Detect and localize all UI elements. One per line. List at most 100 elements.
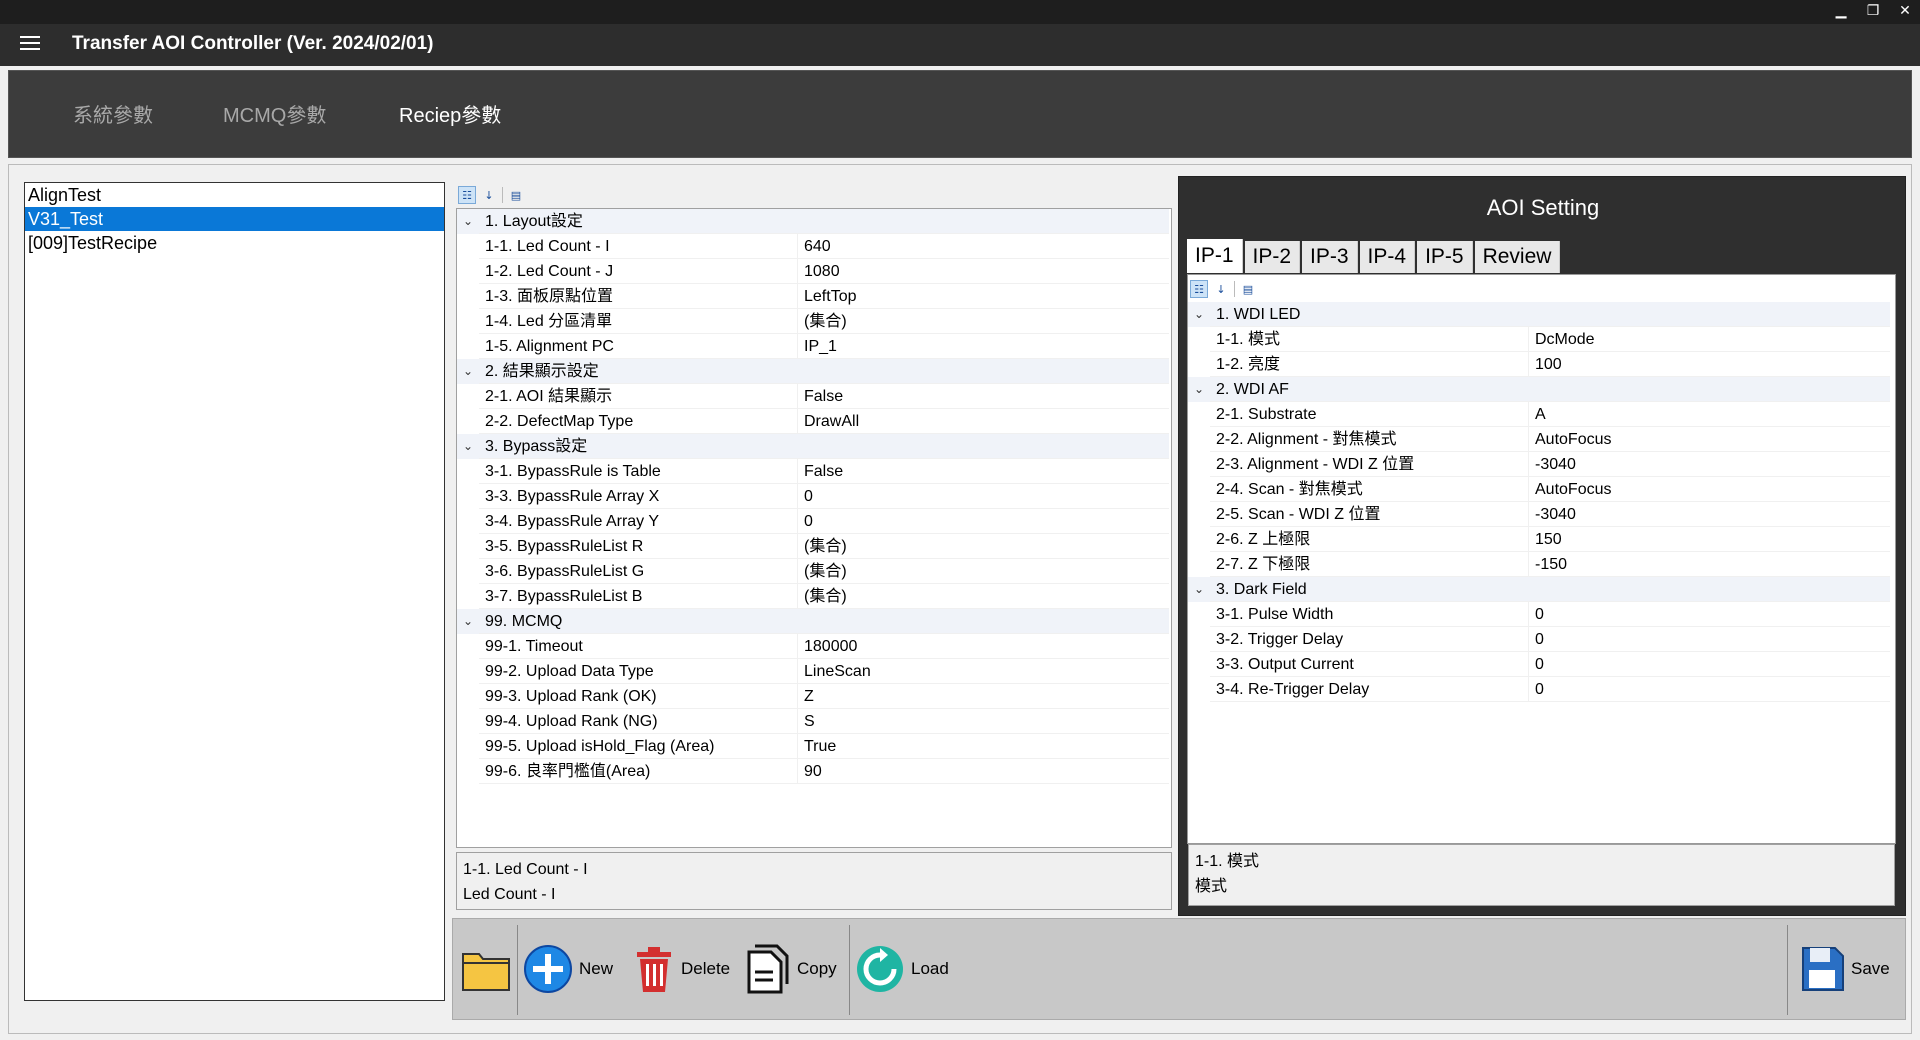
- tab-review[interactable]: Review: [1474, 241, 1561, 273]
- property-value[interactable]: (集合): [797, 309, 1169, 334]
- property-value[interactable]: AutoFocus: [1528, 477, 1890, 502]
- property-value[interactable]: (集合): [797, 559, 1169, 584]
- property-row[interactable]: 1-2. 亮度 100: [1188, 352, 1890, 377]
- category-row[interactable]: ⌄ 1. WDI LED: [1188, 302, 1890, 327]
- property-value[interactable]: 100: [1528, 352, 1890, 377]
- list-item[interactable]: AlignTest: [25, 183, 444, 207]
- property-row[interactable]: 2-5. Scan - WDI Z 位置 -3040: [1188, 502, 1890, 527]
- tab-recipe-params[interactable]: Reciep參數: [399, 99, 501, 128]
- property-value[interactable]: LeftTop: [797, 284, 1169, 309]
- property-value[interactable]: Z: [797, 684, 1169, 709]
- property-row[interactable]: 1-2. Led Count - J 1080: [457, 259, 1169, 284]
- property-value[interactable]: LineScan: [797, 659, 1169, 684]
- category-row[interactable]: ⌄ 3. Dark Field: [1188, 577, 1890, 602]
- property-row[interactable]: 2-2. DefectMap Type DrawAll: [457, 409, 1169, 434]
- categorized-view-icon[interactable]: ☷: [1190, 280, 1208, 298]
- property-value[interactable]: 0: [1528, 602, 1890, 627]
- property-row[interactable]: 99-6. 良率門檻值(Area) 90: [457, 759, 1169, 784]
- property-value[interactable]: (集合): [797, 534, 1169, 559]
- property-value[interactable]: True: [797, 734, 1169, 759]
- property-value[interactable]: -3040: [1528, 452, 1890, 477]
- property-value[interactable]: 150: [1528, 527, 1890, 552]
- load-button[interactable]: Load: [855, 939, 949, 999]
- property-row[interactable]: 3-6. BypassRuleList G (集合): [457, 559, 1169, 584]
- minimize-button[interactable]: ▁: [1832, 2, 1850, 20]
- property-value[interactable]: -3040: [1528, 502, 1890, 527]
- property-value[interactable]: DcMode: [1528, 327, 1890, 352]
- category-row[interactable]: ⌄ 99. MCMQ: [457, 609, 1169, 634]
- recipe-list[interactable]: AlignTest V31_Test [009]TestRecipe: [24, 182, 445, 1001]
- new-button[interactable]: New: [523, 939, 613, 999]
- property-row[interactable]: 3-7. BypassRuleList B (集合): [457, 584, 1169, 609]
- property-row[interactable]: 99-4. Upload Rank (NG) S: [457, 709, 1169, 734]
- category-row[interactable]: ⌄ 2. WDI AF: [1188, 377, 1890, 402]
- aoi-property-grid[interactable]: ⌄ 1. WDI LED 1-1. 模式 DcMode 1-2. 亮度 100 ⌄ 2. WD…: [1188, 302, 1895, 842]
- list-item[interactable]: [009]TestRecipe: [25, 231, 444, 255]
- list-item[interactable]: V31_Test: [25, 207, 444, 231]
- property-value[interactable]: 0: [1528, 652, 1890, 677]
- tab-ip-3[interactable]: IP-3: [1302, 241, 1358, 273]
- property-pages-icon[interactable]: ▤: [507, 186, 525, 204]
- property-row[interactable]: 3-1. BypassRule is Table False: [457, 459, 1169, 484]
- property-row[interactable]: 3-2. Trigger Delay 0: [1188, 627, 1890, 652]
- property-value[interactable]: 1080: [797, 259, 1169, 284]
- property-row[interactable]: 3-3. Output Current 0: [1188, 652, 1890, 677]
- chevron-down-icon[interactable]: ⌄: [1188, 302, 1210, 327]
- property-value[interactable]: False: [797, 459, 1169, 484]
- property-row[interactable]: 2-3. Alignment - WDI Z 位置 -3040: [1188, 452, 1890, 477]
- property-row[interactable]: 3-4. BypassRule Array Y0: [457, 509, 1169, 534]
- property-value[interactable]: 0: [1528, 677, 1890, 702]
- property-row[interactable]: 99-1. Timeout 180000: [457, 634, 1169, 659]
- chevron-down-icon[interactable]: ⌄: [457, 434, 479, 459]
- copy-button[interactable]: Copy: [745, 939, 837, 999]
- chevron-down-icon[interactable]: ⌄: [457, 609, 479, 634]
- save-button[interactable]: Save: [1799, 939, 1890, 999]
- property-row[interactable]: 2-7. Z 下極限 -150: [1188, 552, 1890, 577]
- property-value[interactable]: 0: [797, 484, 1169, 509]
- property-row[interactable]: 99-5. Upload isHold_Flag (Area) True: [457, 734, 1169, 759]
- category-row[interactable]: ⌄ 1. Layout設定: [457, 209, 1169, 234]
- category-row[interactable]: ⌄ 2. 結果顯示設定: [457, 359, 1169, 384]
- property-row[interactable]: 1-1. Led Count - I 640: [457, 234, 1169, 259]
- chevron-down-icon[interactable]: ⌄: [1188, 577, 1210, 602]
- property-value[interactable]: 640: [797, 234, 1169, 259]
- property-row[interactable]: 2-1. Substrate A: [1188, 402, 1890, 427]
- property-row[interactable]: 3-3. BypassRule Array X0: [457, 484, 1169, 509]
- property-row[interactable]: 99-2. Upload Data Type LineScan: [457, 659, 1169, 684]
- property-value[interactable]: A: [1528, 402, 1890, 427]
- close-button[interactable]: ✕: [1896, 2, 1914, 20]
- tab-system-params[interactable]: 系統參數: [73, 99, 153, 128]
- property-row[interactable]: 3-1. Pulse Width 0: [1188, 602, 1890, 627]
- tab-ip-2[interactable]: IP-2: [1244, 241, 1301, 273]
- property-row[interactable]: 1-4. Led 分區清單 (集合): [457, 309, 1169, 334]
- property-row[interactable]: 2-6. Z 上極限 150: [1188, 527, 1890, 552]
- property-value[interactable]: 180000: [797, 634, 1169, 659]
- tab-ip-1[interactable]: IP-1: [1187, 239, 1243, 273]
- sort-alpha-icon[interactable]: ↓: [1212, 280, 1230, 298]
- property-row[interactable]: 99-3. Upload Rank (OK) Z: [457, 684, 1169, 709]
- tab-mcmq-params[interactable]: MCMQ參數: [223, 99, 326, 128]
- categorized-view-icon[interactable]: ☷: [458, 186, 476, 204]
- chevron-down-icon[interactable]: ⌄: [457, 359, 479, 384]
- property-value[interactable]: 0: [797, 509, 1169, 534]
- property-row[interactable]: 1-3. 面板原點位置 LeftTop: [457, 284, 1169, 309]
- property-value[interactable]: 90: [797, 759, 1169, 784]
- sort-alpha-icon[interactable]: ↓: [480, 186, 498, 204]
- property-value[interactable]: IP_1: [797, 334, 1169, 359]
- property-row[interactable]: 1-1. 模式 DcMode: [1188, 327, 1890, 352]
- tab-ip-4[interactable]: IP-4: [1359, 241, 1416, 273]
- property-pages-icon[interactable]: ▤: [1239, 280, 1257, 298]
- property-value[interactable]: (集合): [797, 584, 1169, 609]
- property-row[interactable]: 3-4. Re-Trigger Delay 0: [1188, 677, 1890, 702]
- restore-button[interactable]: ❐: [1864, 2, 1882, 20]
- property-row[interactable]: 1-5. Alignment PC IP_1: [457, 334, 1169, 359]
- property-row[interactable]: 3-5. BypassRuleList R (集合): [457, 534, 1169, 559]
- chevron-down-icon[interactable]: ⌄: [457, 209, 479, 234]
- delete-button[interactable]: Delete: [633, 939, 730, 999]
- property-value[interactable]: AutoFocus: [1528, 427, 1890, 452]
- property-row[interactable]: 2-2. Alignment - 對焦模式 AutoFocus: [1188, 427, 1890, 452]
- property-row[interactable]: 2-4. Scan - 對焦模式 AutoFocus: [1188, 477, 1890, 502]
- open-folder-button[interactable]: [461, 939, 511, 999]
- hamburger-menu-icon[interactable]: [20, 36, 40, 52]
- recipe-property-grid[interactable]: ⌄ 1. Layout設定 1-1. Led Count - I 640 1-2. Le…: [456, 208, 1172, 848]
